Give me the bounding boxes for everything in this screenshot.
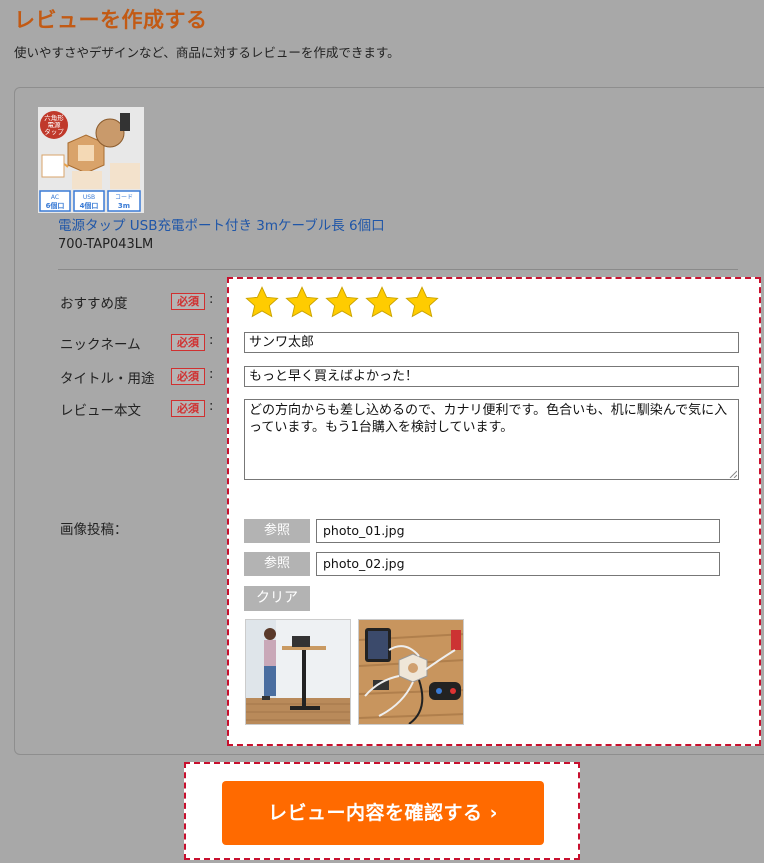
browse-button[interactable]: 参照 (244, 552, 310, 576)
review-body-text: どの方向からも差し込めるので、カナリ便利です。色合いも、机に馴染んで気に入ってい… (249, 403, 728, 435)
image-post-label: 画像投稿： (60, 522, 128, 538)
rating-label: おすすめ度 (60, 296, 128, 312)
star-icon[interactable] (244, 285, 280, 321)
page-subtitle: 使いやすさやデザインなど、商品に対するレビューを作成できます。 (14, 45, 400, 60)
browse-button[interactable]: 参照 (244, 519, 310, 543)
star-icon[interactable] (284, 285, 320, 321)
divider (58, 269, 738, 270)
body-label: レビュー本文 (60, 403, 141, 419)
svg-text:USB: USB (83, 194, 95, 201)
required-badge: 必須 (171, 293, 205, 310)
svg-text:6個口: 6個口 (46, 201, 65, 210)
svg-text:4個口: 4個口 (80, 201, 99, 210)
file-name-field[interactable]: photo_01.jpg (316, 519, 720, 543)
svg-text:コード: コード (115, 194, 133, 201)
uploaded-photo-thumbnail[interactable] (245, 619, 351, 725)
product-image[interactable]: 六角形 電源 タップ AC 6個口 USB 4個口 コード 3m (38, 107, 144, 213)
file-name-field[interactable]: photo_02.jpg (316, 552, 720, 576)
nickname-input[interactable]: サンワ太郎 (244, 332, 739, 353)
colon: : (209, 333, 214, 348)
required-badge: 必須 (171, 334, 205, 351)
nickname-label: ニックネーム (60, 337, 141, 353)
rating-stars (244, 285, 440, 321)
product-name-link[interactable]: 電源タップ USB充電ポート付き 3mケーブル長 6個口 (58, 214, 385, 234)
review-body-textarea[interactable]: どの方向からも差し込めるので、カナリ便利です。色合いも、机に馴染んで気に入ってい… (244, 399, 739, 480)
title-label: タイトル・用途 (60, 371, 155, 387)
colon: : (209, 292, 214, 307)
clear-button[interactable]: クリア (244, 586, 310, 611)
svg-text:AC: AC (51, 194, 59, 201)
required-badge: 必須 (171, 368, 205, 385)
confirm-review-button[interactable]: レビュー内容を確認する › (222, 781, 544, 845)
uploaded-photo-thumbnail[interactable] (358, 619, 464, 725)
resize-handle-icon[interactable] (729, 470, 737, 478)
page-title: レビューを作成する (14, 8, 208, 32)
star-icon[interactable] (324, 285, 360, 321)
colon: : (209, 399, 214, 414)
star-icon[interactable] (404, 285, 440, 321)
star-icon[interactable] (364, 285, 400, 321)
required-badge: 必須 (171, 400, 205, 417)
svg-text:3m: 3m (118, 202, 130, 210)
product-code: 700-TAP043LM (58, 237, 154, 252)
colon: : (209, 367, 214, 382)
title-input[interactable]: もっと早く買えばよかった！ (244, 366, 739, 387)
svg-text:タップ: タップ (44, 127, 64, 136)
